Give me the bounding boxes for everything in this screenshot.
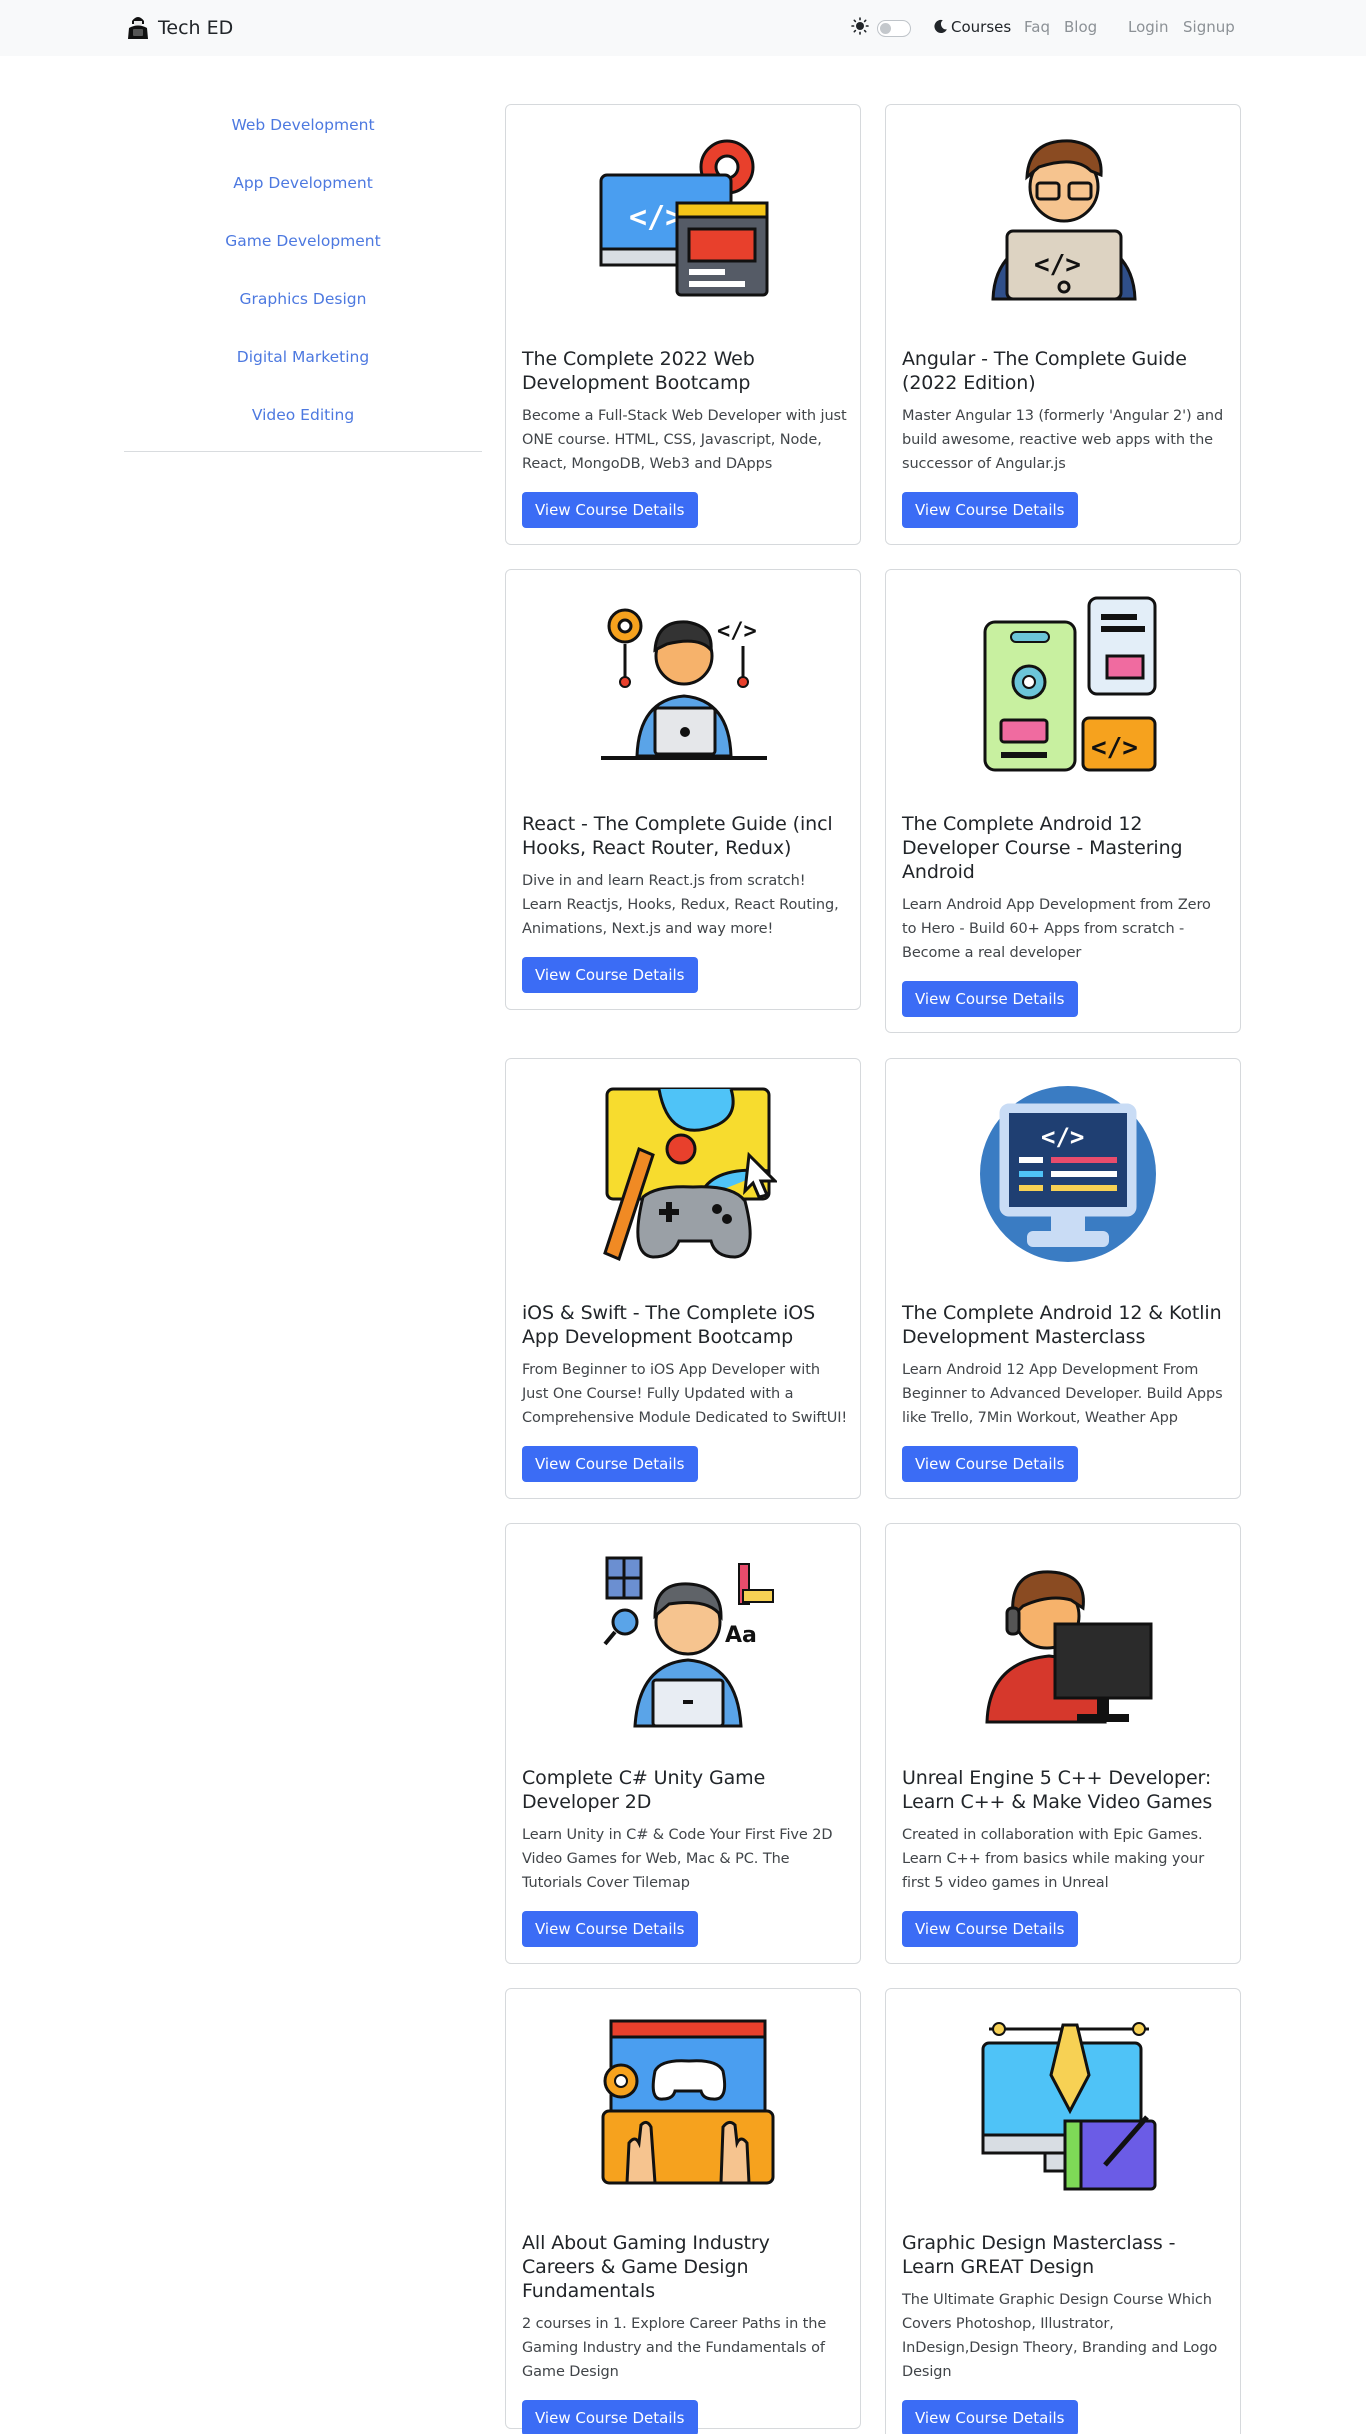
navbar: Tech ED Courses Faq Blog Login Signup — [0, 0, 1366, 56]
game-development-icon — [601, 2019, 775, 2185]
dark-mode-switch[interactable] — [877, 19, 911, 37]
course-title: iOS & Swift - The Complete iOS App Devel… — [522, 1302, 816, 1348]
course-description: The Ultimate Graphic Design Course Which… — [902, 2292, 1218, 2380]
view-course-details-button[interactable]: View Course Details — [522, 1446, 698, 1482]
svg-text:Aa: Aa — [725, 1623, 757, 1648]
view-course-details-button[interactable]: View Course Details — [522, 1911, 698, 1947]
svg-text:</>: </> — [717, 619, 757, 644]
nav-signup[interactable]: Signup — [1183, 18, 1235, 36]
course-title: The Complete 2022 Web Development Bootca… — [522, 348, 755, 394]
course-title: Graphic Design Masterclass - Learn GREAT… — [902, 2232, 1176, 2278]
view-course-details-button[interactable]: View Course Details — [902, 2400, 1078, 2434]
course-image: </> — [886, 1059, 1240, 1283]
course-image — [886, 1524, 1240, 1748]
view-course-details-button[interactable]: View Course Details — [902, 981, 1078, 1017]
hacker-logo-icon — [126, 12, 150, 44]
brand-link[interactable]: Tech ED — [126, 13, 233, 43]
nav-login[interactable]: Login — [1128, 18, 1168, 36]
nav-blog[interactable]: Blog — [1064, 18, 1097, 36]
svg-text:</>: </> — [1041, 1123, 1084, 1151]
sidebar-item-web-development[interactable]: Web Development — [124, 104, 482, 162]
sun-icon — [851, 17, 869, 39]
svg-text:</>: </> — [1091, 733, 1138, 763]
web-development-icon: </> — [599, 139, 769, 297]
course-card: </> The Complete Android 12 Developer Co… — [885, 569, 1241, 1033]
brand-name: Tech ED — [158, 17, 234, 39]
course-image — [506, 1989, 860, 2213]
course-card: Graphic Design Masterclass - Learn GREAT… — [885, 1988, 1241, 2434]
course-card: </> React - The Complete Guide (incl Hoo… — [505, 569, 861, 1010]
sidebar-item-game-development[interactable]: Game Development — [124, 220, 482, 278]
course-title: The Complete Android 12 Developer Course… — [902, 813, 1183, 883]
svg-text:</>: </> — [1034, 250, 1081, 280]
course-card: </> Angular - The Complete Guide (2022 E… — [885, 104, 1241, 545]
game-design-icon — [603, 1087, 777, 1262]
course-image: </> — [506, 105, 860, 329]
course-title: Complete C# Unity Game Developer 2D — [522, 1767, 766, 1813]
gamer-icon — [985, 1570, 1153, 1724]
sidebar-item-video-editing[interactable]: Video Editing — [124, 394, 482, 452]
course-card: </> The Complete 2022 Web Development Bo… — [505, 104, 861, 545]
programmer-icon: </> — [991, 139, 1137, 301]
graphic-design-icon — [981, 2022, 1157, 2191]
nav-courses[interactable]: Courses — [951, 18, 1011, 36]
course-card: iOS & Swift - The Complete iOS App Devel… — [505, 1058, 861, 1499]
switch-knob — [880, 22, 891, 34]
nav-faq[interactable]: Faq — [1024, 18, 1050, 36]
theme-toggle[interactable] — [851, 0, 948, 56]
course-description: Learn Android 12 App Development From Be… — [902, 1362, 1223, 1426]
course-description: From Beginner to iOS App Developer with … — [522, 1362, 848, 1426]
view-course-details-button[interactable]: View Course Details — [522, 957, 698, 993]
course-card: </> The Complete Android 12 & Kotlin Dev… — [885, 1058, 1241, 1499]
view-course-details-button[interactable]: View Course Details — [522, 2400, 698, 2434]
code-monitor-icon: </> — [980, 1086, 1156, 1262]
view-course-details-button[interactable]: View Course Details — [902, 1911, 1078, 1947]
course-description: 2 courses in 1. Explore Career Paths in … — [522, 2316, 827, 2380]
course-image — [886, 1989, 1240, 2213]
moon-icon — [933, 19, 948, 38]
course-title: Unreal Engine 5 C++ Developer: Learn C++… — [902, 1767, 1213, 1813]
category-sidebar: Web Development App Development Game Dev… — [124, 104, 482, 452]
course-title: Angular - The Complete Guide (2022 Editi… — [902, 348, 1187, 394]
course-description: Master Angular 13 (formerly 'Angular 2')… — [902, 408, 1224, 472]
course-card: Aa Complete C# Unity Game Developer 2D L… — [505, 1523, 861, 1964]
course-image: </> — [506, 570, 860, 794]
course-card: All About Gaming Industry Careers & Game… — [505, 1988, 861, 2434]
course-image: Aa — [506, 1524, 860, 1748]
developer-icon: </> — [601, 608, 767, 760]
svg-text:</>: </> — [629, 200, 683, 235]
course-image — [506, 1059, 860, 1283]
course-description: Created in collaboration with Epic Games… — [902, 1827, 1205, 1891]
course-title: All About Gaming Industry Careers & Game… — [522, 2232, 770, 2302]
sidebar-divider — [124, 451, 482, 452]
course-card: Unreal Engine 5 C++ Developer: Learn C++… — [885, 1523, 1241, 1964]
mobile-app-icon: </> — [983, 596, 1157, 772]
designer-icon: Aa — [603, 1556, 774, 1728]
course-title: The Complete Android 12 & Kotlin Develop… — [902, 1302, 1222, 1348]
sidebar-item-app-development[interactable]: App Development — [124, 162, 482, 220]
sidebar-item-digital-marketing[interactable]: Digital Marketing — [124, 336, 482, 394]
view-course-details-button[interactable]: View Course Details — [522, 492, 698, 528]
sidebar-item-graphics-design[interactable]: Graphics Design — [124, 278, 482, 336]
course-description: Become a Full-Stack Web Developer with j… — [522, 408, 847, 472]
view-course-details-button[interactable]: View Course Details — [902, 1446, 1078, 1482]
course-image: </> — [886, 570, 1240, 794]
course-image: </> — [886, 105, 1240, 329]
course-description: Learn Unity in C# & Code Your First Five… — [522, 1827, 833, 1891]
course-title: React - The Complete Guide (incl Hooks, … — [522, 813, 833, 859]
course-description: Learn Android App Development from Zero … — [902, 897, 1211, 961]
view-course-details-button[interactable]: View Course Details — [902, 492, 1078, 528]
course-description: Dive in and learn React.js from scratch!… — [522, 873, 839, 937]
